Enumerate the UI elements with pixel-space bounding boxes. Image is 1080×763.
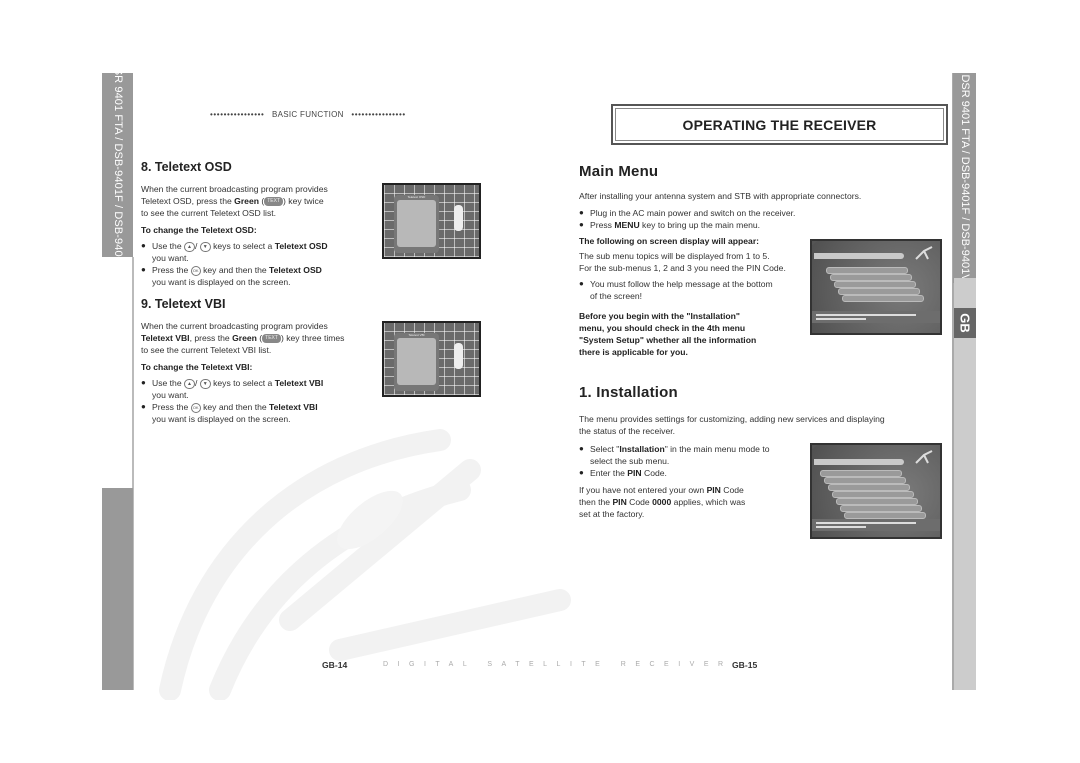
intro-text: When the current broadcasting program pr… bbox=[141, 184, 328, 218]
page-title: OPERATING THE RECEIVER bbox=[682, 116, 877, 133]
intro-text: The menu provides settings for customizi… bbox=[579, 414, 885, 436]
list-item: Plug in the AC main power and switch on … bbox=[579, 207, 939, 219]
list-item: Press the OK key and then the Teletext V… bbox=[141, 401, 381, 425]
section-header-label: BASIC FUNCTION bbox=[272, 110, 344, 119]
header-dots: •••••••••••••••• bbox=[210, 110, 265, 119]
intro-text: When the current broadcasting program pr… bbox=[141, 321, 345, 355]
sidebar-spacer bbox=[102, 257, 132, 488]
footer-tagline: DIGITAL SATELLITE RECEIVER bbox=[383, 661, 733, 668]
section-heading: 9. Teletext VBI bbox=[141, 297, 226, 311]
teletext-vbi-screenshot: Teletext VBI bbox=[382, 321, 481, 397]
language-tab-label: GB bbox=[957, 313, 973, 333]
subheading: To change the Teletext OSD: bbox=[141, 225, 257, 235]
teletext-vbi-section: 9. Teletext VBI When the current broadca… bbox=[141, 297, 381, 425]
down-key-icon: ▼ bbox=[199, 378, 211, 389]
list-item: Use the ▲/ ▼ keys to select a Teletext O… bbox=[141, 240, 381, 264]
model-label: DSR 9401 FTA / DSB-9401F / DSB-9401V bbox=[958, 74, 971, 282]
main-menu-screenshot bbox=[810, 239, 942, 335]
ok-key-icon: OK bbox=[190, 265, 201, 276]
installation-menu-screenshot bbox=[810, 443, 942, 539]
page-number-right: GB-15 bbox=[732, 660, 758, 670]
up-key-icon: ▲ bbox=[184, 241, 195, 252]
intro-text: After installing your antenna system and… bbox=[579, 191, 862, 201]
text-key-icon: TEXT bbox=[262, 334, 281, 344]
page-title-box: OPERATING THE RECEIVER bbox=[611, 104, 948, 145]
subheading: To change the Teletext VBI: bbox=[141, 362, 253, 372]
up-key-icon: ▲ bbox=[184, 378, 195, 389]
model-sidebar-tab-right: DSR 9401 FTA / DSB-9401F / DSB-9401V bbox=[953, 73, 976, 283]
sidebar-bar-right bbox=[954, 278, 976, 690]
page-number-left: GB-14 bbox=[322, 660, 348, 670]
list-item: Press MENU key to bring up the main menu… bbox=[579, 219, 939, 231]
teletext-osd-screenshot: Teletext OSD bbox=[382, 183, 481, 259]
list-item: Press the OK key and then the Teletext O… bbox=[141, 264, 381, 288]
section-heading: 1. Installation bbox=[579, 384, 678, 401]
model-label: DSR 9401 FTA / DSB-9401F / DSB-9401V bbox=[111, 59, 124, 271]
model-sidebar-tab-left: DSR 9401 FTA / DSB-9401F / DSB-9401V bbox=[102, 60, 133, 270]
language-tab-gb[interactable]: GB bbox=[954, 308, 976, 338]
list-item: Use the ▲/ ▼ keys to select a Teletext V… bbox=[141, 377, 381, 401]
ok-key-icon: OK bbox=[190, 402, 201, 413]
text-key-icon: TEXT bbox=[264, 197, 284, 207]
sidebar-bar bbox=[102, 488, 133, 690]
section-heading: Main Menu bbox=[579, 163, 659, 180]
section-header: •••••••••••••••• BASIC FUNCTION ••••••••… bbox=[210, 110, 406, 119]
down-key-icon: ▼ bbox=[199, 241, 211, 252]
section-heading: 8. Teletext OSD bbox=[141, 160, 232, 174]
teletext-osd-section: 8. Teletext OSD When the current broadca… bbox=[141, 160, 381, 288]
header-dots: •••••••••••••••• bbox=[351, 110, 406, 119]
